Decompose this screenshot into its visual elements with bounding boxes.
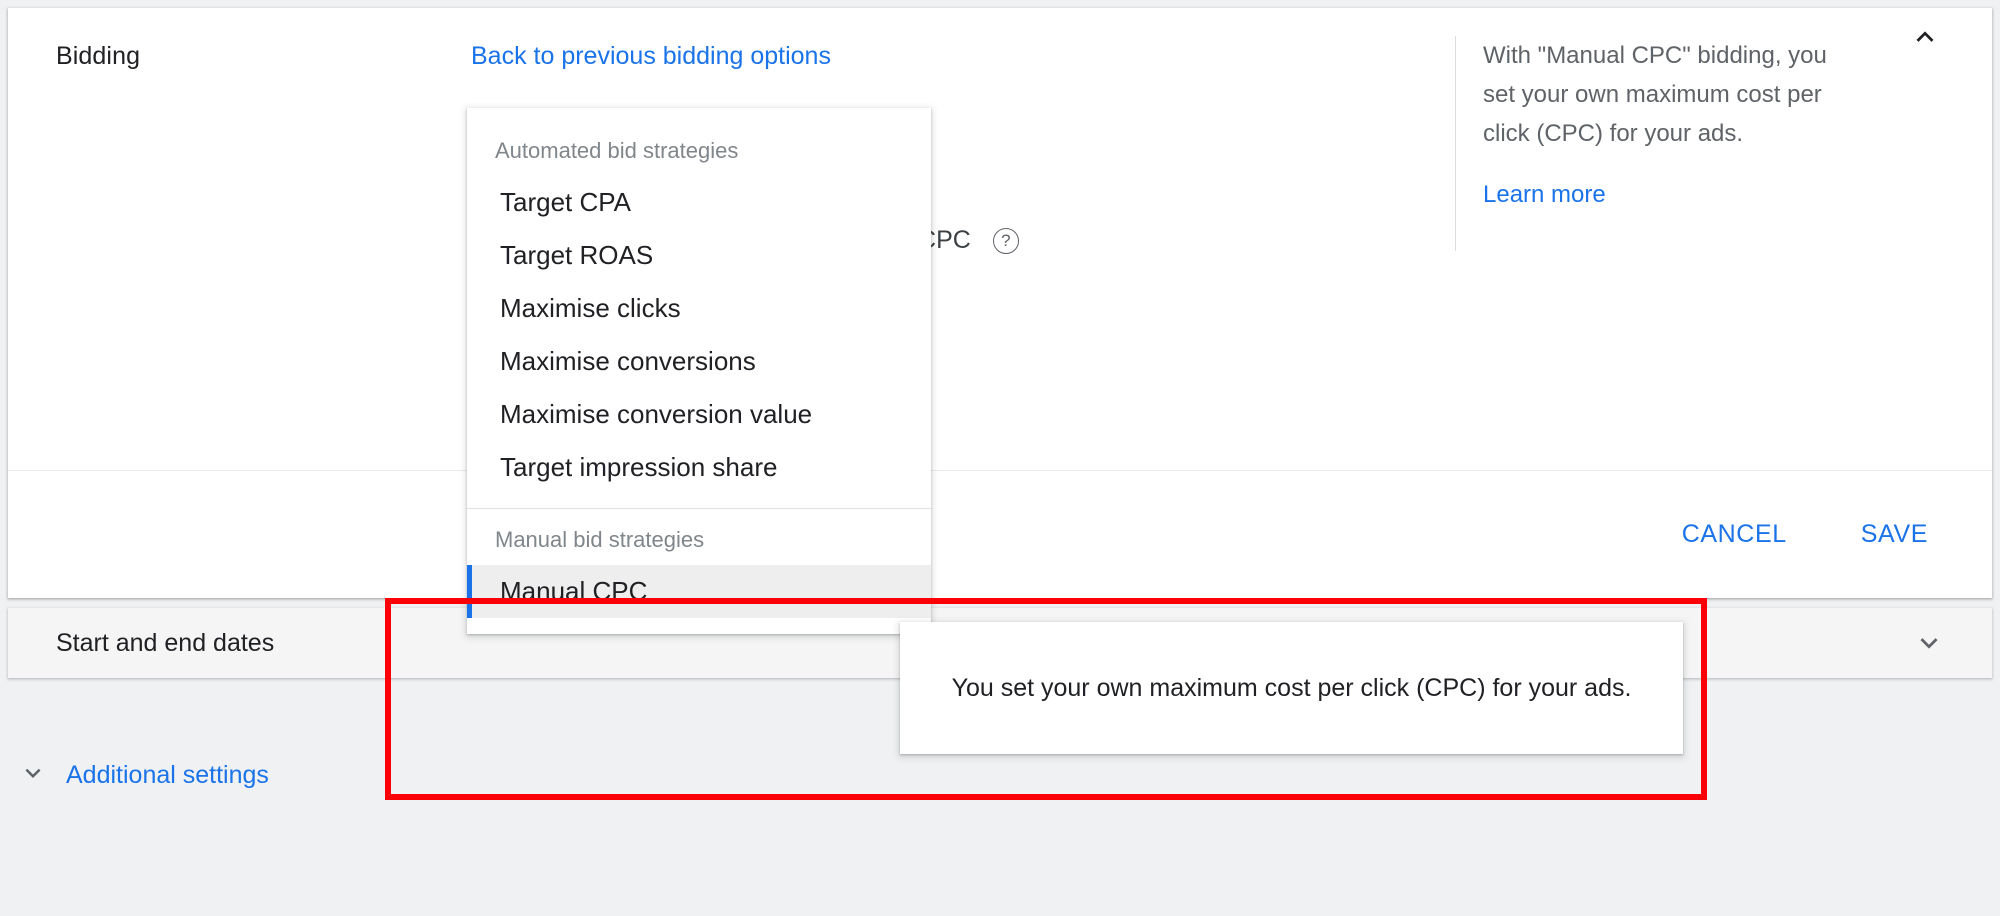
dropdown-item-target-roas[interactable]: Target ROAS <box>467 229 931 282</box>
dropdown-item-manual-cpc[interactable]: Manual CPC <box>467 565 931 618</box>
dropdown-item-target-cpa[interactable]: Target CPA <box>467 176 931 229</box>
additional-settings-expander[interactable]: Additional settings <box>18 758 269 793</box>
help-circle-icon[interactable]: ? <box>992 227 1019 254</box>
bidding-info-panel: With "Manual CPC" bidding, you set your … <box>1455 36 1955 251</box>
dropdown-item-maximise-conversion-value[interactable]: Maximise conversion value <box>467 388 931 441</box>
additional-settings-label: Additional settings <box>66 761 269 789</box>
chevron-down-icon <box>18 758 48 793</box>
manual-bid-strategies-group-label: Manual bid strategies <box>495 527 705 552</box>
bidding-settings-card: Bidding Back to previous bidding options… <box>8 8 1992 598</box>
dropdown-item-target-impression-share[interactable]: Target impression share <box>467 441 931 494</box>
back-to-previous-bidding-options-link[interactable]: Back to previous bidding options <box>471 42 831 71</box>
bid-strategy-dropdown: Automated bid strategies Target CPA Targ… <box>467 108 931 634</box>
dropdown-item-maximise-clicks[interactable]: Maximise clicks <box>467 282 931 335</box>
page-title: Bidding <box>56 42 141 70</box>
cancel-button[interactable]: CANCEL <box>1660 506 1809 563</box>
bidding-info-text: With "Manual CPC" bidding, you set your … <box>1483 42 1827 147</box>
manual-cpc-tooltip: You set your own maximum cost per click … <box>900 622 1683 754</box>
bidding-card-footer: CANCEL SAVE <box>8 470 1992 598</box>
automated-bid-strategies-group-label: Automated bid strategies <box>495 138 739 163</box>
dropdown-item-maximise-conversions[interactable]: Maximise conversions <box>467 335 931 388</box>
chevron-up-icon[interactable] <box>1908 20 1942 54</box>
chevron-down-icon[interactable] <box>1912 626 1946 660</box>
start-and-end-dates-label: Start and end dates <box>56 628 275 657</box>
learn-more-link[interactable]: Learn more <box>1483 181 1606 209</box>
bidding-card-body: Bidding Back to previous bidding options… <box>8 8 1992 470</box>
tooltip-text: You set your own maximum cost per click … <box>951 673 1632 702</box>
save-button[interactable]: SAVE <box>1839 506 1950 563</box>
